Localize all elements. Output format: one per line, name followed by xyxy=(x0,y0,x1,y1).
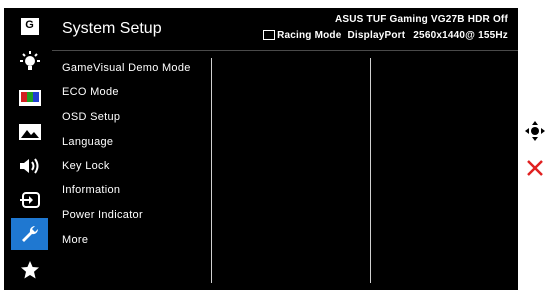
brightness-icon xyxy=(19,51,40,70)
resolution-label: 2560x1440@ 155Hz xyxy=(413,30,508,41)
joystick-icon xyxy=(525,121,545,141)
menu-item-eco-mode[interactable]: ECO Mode xyxy=(62,86,119,98)
sidebar: G xyxy=(8,8,48,290)
model-info: ASUS TUF Gaming VG27B HDR Off xyxy=(334,14,508,25)
title-bar: System Setup ASUS TUF Gaming VG27B HDR O… xyxy=(52,8,518,51)
gamevisual-icon-label: G xyxy=(25,18,34,31)
input-label: DisplayPort xyxy=(347,30,406,41)
menu-item-power-indicator[interactable]: Power Indicator xyxy=(62,209,143,221)
sidebar-item-system-setup[interactable] xyxy=(11,218,48,250)
input-select-icon xyxy=(19,192,40,208)
menu-item-key-lock[interactable]: Key Lock xyxy=(62,160,110,172)
navigate-control[interactable] xyxy=(525,121,545,141)
main-panel: System Setup ASUS TUF Gaming VG27B HDR O… xyxy=(52,8,518,290)
status-info: Racing Mode DisplayPort 2560x1440@ 155Hz xyxy=(263,29,508,41)
gamevisual-icon: G xyxy=(20,17,39,35)
column-divider-2 xyxy=(370,58,371,283)
menu-item-information[interactable]: Information xyxy=(62,184,120,196)
mode-label: Racing Mode xyxy=(277,30,342,41)
sidebar-item-input[interactable] xyxy=(11,184,48,216)
sidebar-item-image[interactable] xyxy=(11,116,48,148)
sidebar-item-favorite[interactable] xyxy=(11,254,48,286)
menu-item-more[interactable]: More xyxy=(62,234,88,246)
menu-item-osd-setup[interactable]: OSD Setup xyxy=(62,111,120,123)
favorite-star-icon xyxy=(20,261,39,279)
sidebar-item-sound[interactable] xyxy=(11,150,48,182)
color-icon xyxy=(18,90,41,106)
sidebar-item-gamevisual[interactable]: G xyxy=(11,10,48,42)
monitor-icon xyxy=(263,29,276,40)
close-icon xyxy=(527,160,543,176)
image-icon xyxy=(18,124,41,140)
sidebar-item-color[interactable] xyxy=(11,82,48,114)
exit-control[interactable] xyxy=(525,158,545,178)
sidebar-item-brightness[interactable] xyxy=(11,46,48,78)
menu-item-language[interactable]: Language xyxy=(62,136,113,148)
page-title: System Setup xyxy=(62,20,162,37)
menu-item-gamevisual-demo-mode[interactable]: GameVisual Demo Mode xyxy=(62,62,191,74)
sound-icon xyxy=(19,158,38,174)
wrench-icon xyxy=(21,225,38,242)
osd-window: G System Setup ASUS TUF Gaming VG27B HDR… xyxy=(4,8,518,290)
column-divider-1 xyxy=(211,58,212,283)
